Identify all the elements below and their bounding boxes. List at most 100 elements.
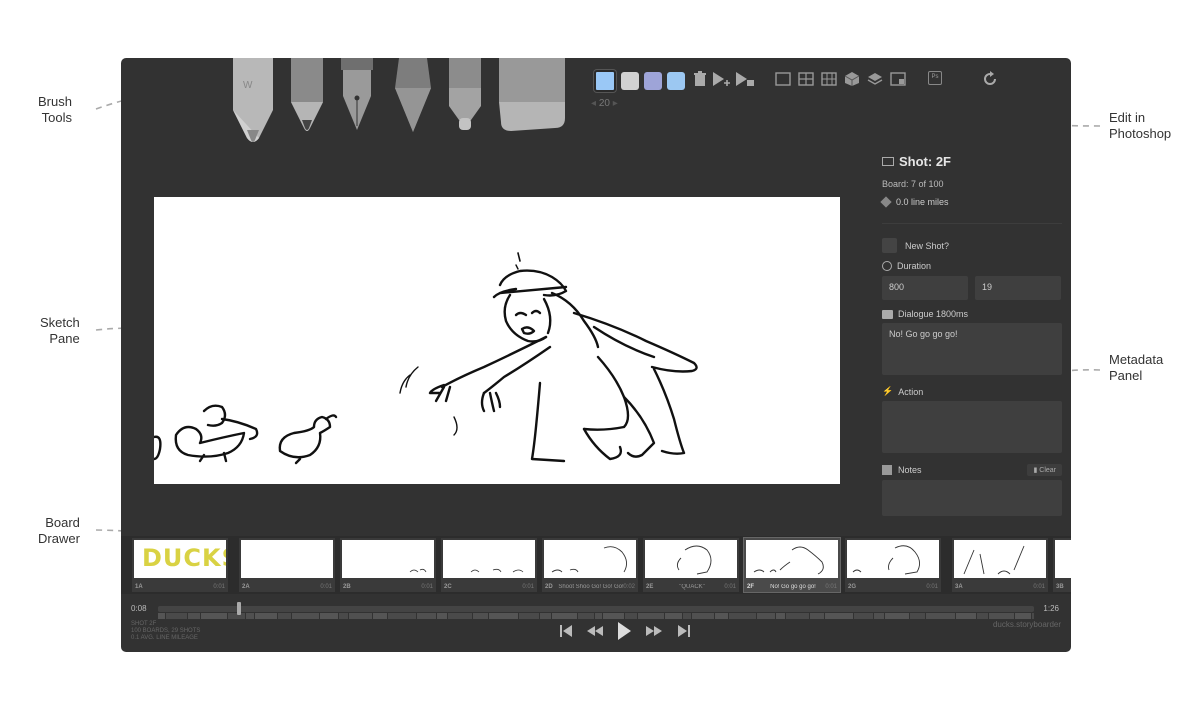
notes-label: Notes: [898, 465, 922, 475]
board-dialogue: Shoot Shoo Go! Go! Go!: [558, 584, 624, 590]
action-textarea[interactable]: [882, 401, 1062, 453]
duration-frames-input[interactable]: 19: [975, 276, 1061, 300]
brush-size[interactable]: ◂ 20 ▸: [591, 98, 618, 109]
timeline-segment: [278, 613, 291, 619]
timeline-segment: [885, 613, 909, 619]
timeline-segment: [715, 613, 728, 619]
action-label: ⚡ Action: [882, 386, 924, 397]
line-miles: 0.0 line miles: [880, 196, 1062, 208]
notes-header: Notes ▮ Clear: [882, 464, 1062, 476]
board-image: [746, 540, 838, 578]
timeline-segment: [437, 613, 447, 619]
clear-notes-button[interactable]: ▮ Clear: [1027, 464, 1062, 476]
current-time: 0:08: [131, 604, 147, 613]
add-board-icon[interactable]: [712, 71, 732, 87]
layout-grid-icon[interactable]: [821, 71, 837, 87]
color-palette: [594, 68, 690, 94]
next-board-icon[interactable]: [645, 624, 663, 638]
timeline-segment: [519, 613, 539, 619]
board-drawer: DUCKS 1A 0:01 2A 0:01 2B 0:01 2C 0: [121, 536, 1071, 594]
timeline-segment: [448, 613, 472, 619]
board-thumbnail-selected[interactable]: 2F No! Go go go go! 0:01: [743, 537, 841, 593]
previous-board-icon[interactable]: [586, 624, 604, 638]
timeline-segment: [776, 613, 785, 619]
board-thumbnail[interactable]: 2D Shoot Shoo Go! Go! Go! 0:02: [542, 538, 638, 592]
trash-icon[interactable]: [692, 71, 708, 87]
color-swatch-3[interactable]: [644, 72, 662, 90]
sketch-pane[interactable]: [154, 197, 840, 484]
new-shot-checkbox[interactable]: [882, 238, 897, 253]
diamond-icon: [880, 196, 892, 208]
board-thumbnail[interactable]: 3A 0:01: [952, 538, 1048, 592]
timeline-segment: [158, 613, 165, 619]
board-thumbnail[interactable]: 2C 0:01: [441, 538, 537, 592]
board-sketch: [470, 568, 524, 573]
dialogue-label: Dialogue 1800ms: [882, 309, 1062, 319]
storyboarder-window: W ◂ 20 ▸ Ps Shot: 2F Board: 7 of 100 0.0…: [121, 58, 1071, 652]
board-image: [847, 540, 939, 578]
brush-tool[interactable]: [391, 58, 435, 134]
timeline-segment: [825, 613, 853, 619]
dialogue-textarea[interactable]: No! Go go go go!: [882, 323, 1062, 375]
layers-icon[interactable]: [867, 71, 883, 87]
board-sketch: [551, 546, 627, 573]
timeline-segment: [246, 613, 254, 619]
board-thumbnail[interactable]: 2E "QUACK" 0:01: [643, 538, 739, 592]
eraser-tool[interactable]: [497, 58, 567, 132]
cube-icon[interactable]: [844, 71, 860, 87]
board-thumbnail[interactable]: 2B 0:01: [340, 538, 436, 592]
skip-to-end-icon[interactable]: [677, 624, 691, 638]
color-swatch-4[interactable]: [667, 72, 685, 90]
new-shot-label: New Shot?: [905, 240, 950, 251]
board-thumbnail[interactable]: 3B: [1053, 538, 1071, 592]
shot-title: Shot: 2F: [882, 154, 1062, 169]
layout-quad-icon[interactable]: [798, 71, 814, 87]
color-swatch-2[interactable]: [621, 72, 639, 90]
duration-ms-input[interactable]: 800: [882, 276, 968, 300]
timeline-segment: [540, 613, 551, 619]
skip-to-start-icon[interactable]: [559, 624, 573, 638]
light-pencil-tool[interactable]: W: [229, 58, 279, 146]
board-image: [342, 540, 434, 578]
timeline-segment: [552, 613, 577, 619]
timeline-scrubber[interactable]: [158, 606, 1034, 619]
pen-tool[interactable]: [337, 58, 377, 132]
timeline-segment: [1032, 613, 1034, 619]
marker-tool[interactable]: [446, 58, 484, 132]
timeline-segment: [683, 613, 691, 619]
pencil-tool[interactable]: [288, 58, 326, 134]
board-position: Board: 7 of 100: [882, 179, 944, 189]
board-number: 2D: [545, 584, 553, 590]
timeline-segment: [349, 613, 372, 619]
project-stats: SHOT 2F 100 BOARDS, 29 SHOTS 0.1 AVG. LI…: [131, 621, 201, 641]
callout-edit-in-photoshop: Edit in Photoshop: [1109, 110, 1172, 141]
board-thumbnail[interactable]: DUCKS 1A 0:01: [132, 538, 228, 592]
board-number: 2E: [646, 584, 654, 590]
timeline-segment: [1015, 613, 1031, 619]
timeline-segment: [757, 613, 775, 619]
board-dialogue: No! Go go go go!: [770, 584, 816, 590]
notes-textarea[interactable]: [882, 480, 1062, 516]
layout-single-icon[interactable]: [775, 71, 791, 87]
timeline-segment: [595, 613, 602, 619]
timeline-segment: [373, 613, 387, 619]
board-thumbnail[interactable]: 2A 0:01: [239, 538, 335, 592]
timeline-segment: [292, 613, 319, 619]
play-icon[interactable]: [616, 621, 632, 641]
board-duration: 0:01: [522, 584, 534, 590]
edit-in-photoshop-button[interactable]: Ps: [928, 71, 942, 85]
lightning-icon: ⚡: [882, 386, 894, 396]
speech-bubble-icon: [882, 309, 893, 319]
playhead[interactable]: [236, 602, 241, 615]
board-number: 2A: [242, 584, 250, 590]
color-swatch-1[interactable]: [594, 70, 616, 92]
board-light-icon[interactable]: [890, 71, 906, 87]
refresh-icon[interactable]: [982, 71, 998, 87]
board-number: 2C: [444, 584, 452, 590]
board-duration: 0:02: [623, 584, 635, 590]
timeline-segment: [188, 613, 200, 619]
board-thumbnail[interactable]: 2G 0:01: [845, 538, 941, 592]
board-image: [954, 540, 1046, 578]
timeline-segment: [977, 613, 988, 619]
duplicate-board-icon[interactable]: [735, 71, 755, 87]
